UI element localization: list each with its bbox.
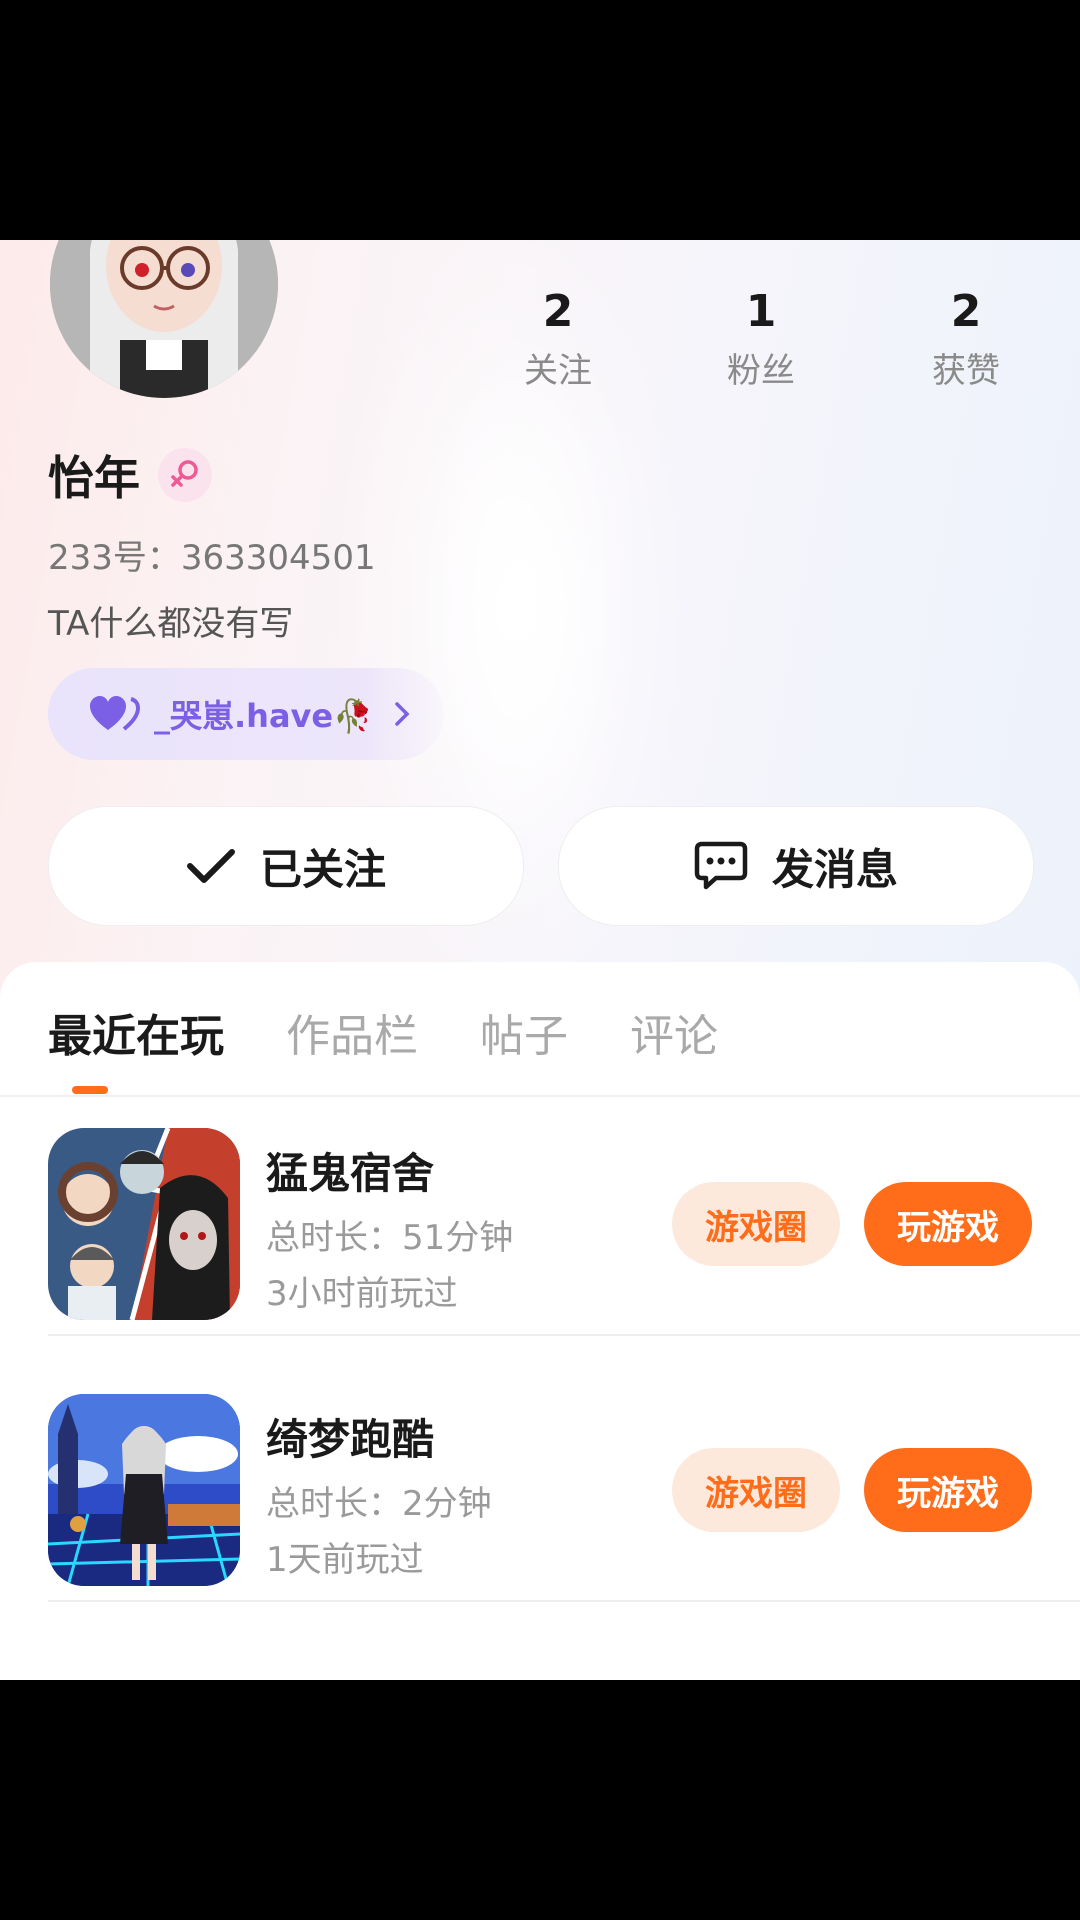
game-title: 猛鬼宿舍 <box>266 1149 435 1198</box>
stat-likes-value: 2 <box>950 286 982 337</box>
stat-following[interactable]: 2 关注 <box>478 284 638 396</box>
female-icon <box>158 448 212 502</box>
game-last-played: 3小时前玩过 <box>266 1274 458 1314</box>
tab-recently-played[interactable]: 最近在玩 <box>48 1000 224 1064</box>
stat-following-value: 2 <box>542 286 574 337</box>
tab-bar: 最近在玩 作品栏 帖子 评论 <box>48 1000 780 1064</box>
user-id: 233号：363304501 <box>48 538 376 578</box>
game-title: 绮梦跑酷 <box>266 1415 435 1464</box>
profile-screen: 2 关注 1 粉丝 2 获赞 怡年 233号：363304501 TA什么都没有… <box>0 240 1080 1680</box>
game-duration: 总时长：2分钟 <box>266 1484 492 1524</box>
name-row: 怡年 <box>48 442 212 508</box>
play-game-button[interactable]: 玩游戏 <box>864 1448 1032 1532</box>
stat-likes[interactable]: 2 获赞 <box>886 284 1046 396</box>
tab-comments[interactable]: 评论 <box>630 1000 718 1064</box>
row-divider <box>48 1600 1080 1602</box>
stat-following-label: 关注 <box>524 351 592 391</box>
game-duration: 总时长：51分钟 <box>266 1218 514 1258</box>
tab-posts[interactable]: 帖子 <box>480 1000 568 1064</box>
game-icon[interactable] <box>48 1128 240 1320</box>
relationship-tag-label: _哭崽.have🥀 <box>154 697 373 735</box>
profile-name: 怡年 <box>48 451 140 505</box>
tab-divider <box>0 1095 1080 1097</box>
message-button-label: 发消息 <box>771 844 898 894</box>
relationship-tag[interactable]: _哭崽.have🥀 <box>48 668 444 760</box>
chat-bubble-icon <box>694 841 748 891</box>
background-decoration <box>420 340 620 860</box>
stat-fans-value: 1 <box>745 286 777 337</box>
tab-works[interactable]: 作品栏 <box>286 1000 418 1064</box>
stat-fans[interactable]: 1 粉丝 <box>681 284 841 396</box>
game-circle-button[interactable]: 游戏圈 <box>672 1448 840 1532</box>
message-button[interactable]: 发消息 <box>558 806 1034 926</box>
game-circle-button[interactable]: 游戏圈 <box>672 1182 840 1266</box>
game-icon[interactable] <box>48 1394 240 1586</box>
game-last-played: 1天前玩过 <box>266 1540 424 1580</box>
follow-button[interactable]: 已关注 <box>48 806 524 926</box>
stat-likes-label: 获赞 <box>932 351 1000 391</box>
heart-icon <box>90 696 140 732</box>
stat-fans-label: 粉丝 <box>727 351 795 391</box>
avatar[interactable] <box>50 240 278 398</box>
game-row[interactable]: 猛鬼宿舍 总时长：51分钟 3小时前玩过 游戏圈 玩游戏 <box>48 1128 1080 1320</box>
row-divider <box>48 1334 1080 1336</box>
check-icon <box>186 846 236 886</box>
play-game-button[interactable]: 玩游戏 <box>864 1182 1032 1266</box>
tab-indicator <box>72 1086 108 1094</box>
bio: TA什么都没有写 <box>48 604 294 644</box>
game-row[interactable]: 绮梦跑酷 总时长：2分钟 1天前玩过 游戏圈 玩游戏 <box>48 1394 1080 1586</box>
follow-button-label: 已关注 <box>259 844 386 894</box>
chevron-right-icon <box>393 701 411 727</box>
content-panel: 最近在玩 作品栏 帖子 评论 猛鬼宿舍 总时长：51分钟 3小时前玩过 游戏圈 … <box>0 962 1080 1680</box>
